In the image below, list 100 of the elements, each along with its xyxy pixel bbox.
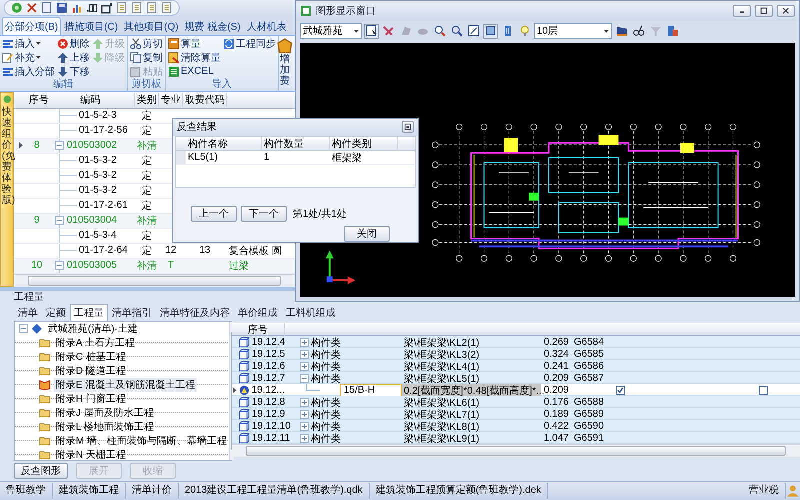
group-label: 剪切板 — [130, 78, 162, 91]
close-button[interactable] — [777, 5, 795, 17]
expand-icon[interactable] — [300, 398, 309, 408]
scrollbar[interactable] — [14, 274, 295, 287]
ribbon-button[interactable]: 补充 — [1, 50, 56, 65]
view-button[interactable] — [483, 24, 498, 38]
tree-item[interactable]: 附录C 桩基工程 — [54, 350, 128, 364]
ribbon-button[interactable]: 上移 — [56, 50, 91, 65]
group-label: 编辑 — [52, 78, 74, 91]
tree-item[interactable]: 附录E 混凝土及钢筋混凝土工程 — [54, 378, 198, 392]
panel-tab[interactable]: 清单 — [14, 304, 42, 321]
row-number: 19.12.9 — [252, 409, 286, 420]
ribbon-tab[interactable]: 分部分项(B) — [2, 16, 62, 35]
tree-item[interactable]: 附录M 墙、柱面装饰与隔断、幕墙工程 — [54, 434, 230, 448]
quantity-cell: 1.047 — [544, 433, 569, 444]
ribbon-tab[interactable]: 措施项目(C) — [61, 16, 122, 35]
expand-icon[interactable] — [300, 410, 309, 420]
caret-icon — [604, 30, 609, 32]
ribbon-button[interactable]: 清除算量 — [167, 50, 222, 65]
save-icon — [56, 2, 68, 14]
column-header: 类别 — [135, 92, 159, 107]
panel-tab[interactable]: 工料机组成 — [282, 304, 340, 321]
code-cell: 01-5-3-2 — [79, 185, 117, 196]
code-cell: G6591 — [574, 433, 604, 444]
ribbon-tab[interactable]: 规费 税金(S) — [182, 16, 244, 35]
collapse-icon[interactable] — [19, 324, 28, 334]
panel-tab[interactable]: 清单特征及内容 — [156, 304, 234, 321]
minimize-button[interactable] — [733, 5, 751, 17]
frame-button[interactable] — [466, 24, 481, 38]
tree-item[interactable]: 附录N 天棚工程 — [54, 448, 128, 462]
close-button[interactable]: 关闭 — [344, 226, 390, 242]
ribbon-button[interactable]: EXCEL — [167, 64, 222, 79]
tree-item[interactable]: 附录D 隧道工程 — [54, 364, 128, 378]
user-icon — [786, 484, 800, 498]
ribbon-button[interactable]: 插入 — [1, 36, 56, 51]
folder-icon — [39, 406, 51, 419]
panel-tab[interactable]: 清单指引 — [108, 304, 156, 321]
caret-icon — [36, 42, 41, 46]
tree-item[interactable]: 附录H 门窗工程 — [54, 392, 128, 406]
tree-item[interactable]: 附录L 楼地面装饰工程 — [54, 420, 156, 434]
code-cell: 01-5-3-2 — [79, 170, 117, 182]
panel-tab[interactable]: 定额 — [42, 304, 70, 321]
collapse-icon[interactable] — [55, 261, 64, 270]
checkbox[interactable] — [759, 386, 768, 396]
folder-icon — [39, 392, 51, 405]
tree-item[interactable]: 附录J 屋面及防水工程 — [54, 406, 156, 420]
ribbon-button[interactable]: 复制 — [129, 50, 164, 65]
ribbon-button[interactable]: 剪切 — [129, 36, 164, 51]
code-cell: 010503002 — [67, 140, 118, 152]
expand-icon[interactable] — [300, 338, 309, 348]
name-cell: 过梁 — [229, 260, 249, 272]
ribbon-button[interactable]: 下移 — [56, 64, 91, 79]
glasses-button[interactable] — [631, 24, 646, 38]
quantity-cell: 0.176 — [544, 397, 569, 408]
checkbox[interactable] — [616, 386, 624, 396]
cube-icon — [239, 349, 250, 360]
expand-icon[interactable] — [300, 350, 309, 360]
type-cell: 定 — [142, 186, 152, 197]
zoom-in-button[interactable] — [432, 24, 447, 38]
ribbon-button[interactable]: 工程同步 — [222, 36, 277, 51]
down-arrow-icon — [92, 52, 104, 64]
pick-button[interactable] — [381, 24, 396, 38]
collapse-icon[interactable] — [55, 141, 64, 150]
nav-button[interactable]: 下一个 — [241, 206, 287, 222]
tree-item[interactable]: 武城雅苑(清单)-土建 — [46, 322, 140, 336]
status-item: 建筑装饰工程预算定额(鲁班教学).dek — [370, 482, 548, 499]
panel-tab[interactable]: 单价组成 — [234, 304, 282, 321]
window-icon — [300, 5, 312, 17]
component-icon — [238, 385, 250, 396]
panel-tab[interactable]: 工程量 — [70, 304, 108, 321]
name-cell: 复合模板 圆 — [229, 246, 282, 257]
row-number: 8 — [34, 140, 40, 152]
restore-button[interactable] — [402, 121, 414, 134]
tree-item[interactable]: 附录A 土石方工程 — [54, 336, 137, 350]
nav-button[interactable]: 上一个 — [191, 206, 237, 222]
type-cell: 定 — [142, 110, 152, 122]
panel-button[interactable]: 反查图形 — [14, 462, 68, 479]
ribbon-tab[interactable]: 人材机表 — [244, 16, 290, 35]
specialty-cell: 12 — [165, 245, 177, 256]
ribbon-large-button[interactable]: 增加费 — [279, 36, 291, 91]
building-dropdown[interactable]: 武城雅苑 — [300, 23, 362, 39]
quantity-cell: 0.269 — [544, 337, 569, 348]
row-number: 19.12.6 — [252, 361, 286, 372]
palette-button[interactable] — [665, 24, 680, 38]
zoom-out-button[interactable] — [449, 24, 464, 38]
code-cell: G6588 — [574, 397, 604, 408]
expand-icon[interactable] — [300, 434, 309, 444]
floor-dropdown[interactable]: 10层 — [534, 23, 612, 39]
ribbon-tab[interactable]: 其他项目(Q) — [121, 16, 182, 35]
expand-icon[interactable] — [300, 362, 309, 372]
expand-icon[interactable] — [300, 422, 309, 432]
ribbon-button[interactable]: 算量 — [167, 36, 222, 51]
ribbon-button[interactable]: 插入分部 — [1, 64, 56, 79]
select-button[interactable] — [364, 24, 379, 38]
maximize-button[interactable] — [755, 5, 773, 17]
scrollbar[interactable] — [232, 444, 800, 457]
collapse-icon[interactable] — [300, 374, 309, 384]
ribbon-button[interactable]: 删除 — [56, 36, 91, 51]
collapse-icon[interactable] — [55, 216, 64, 226]
eraser-icon — [168, 52, 180, 64]
